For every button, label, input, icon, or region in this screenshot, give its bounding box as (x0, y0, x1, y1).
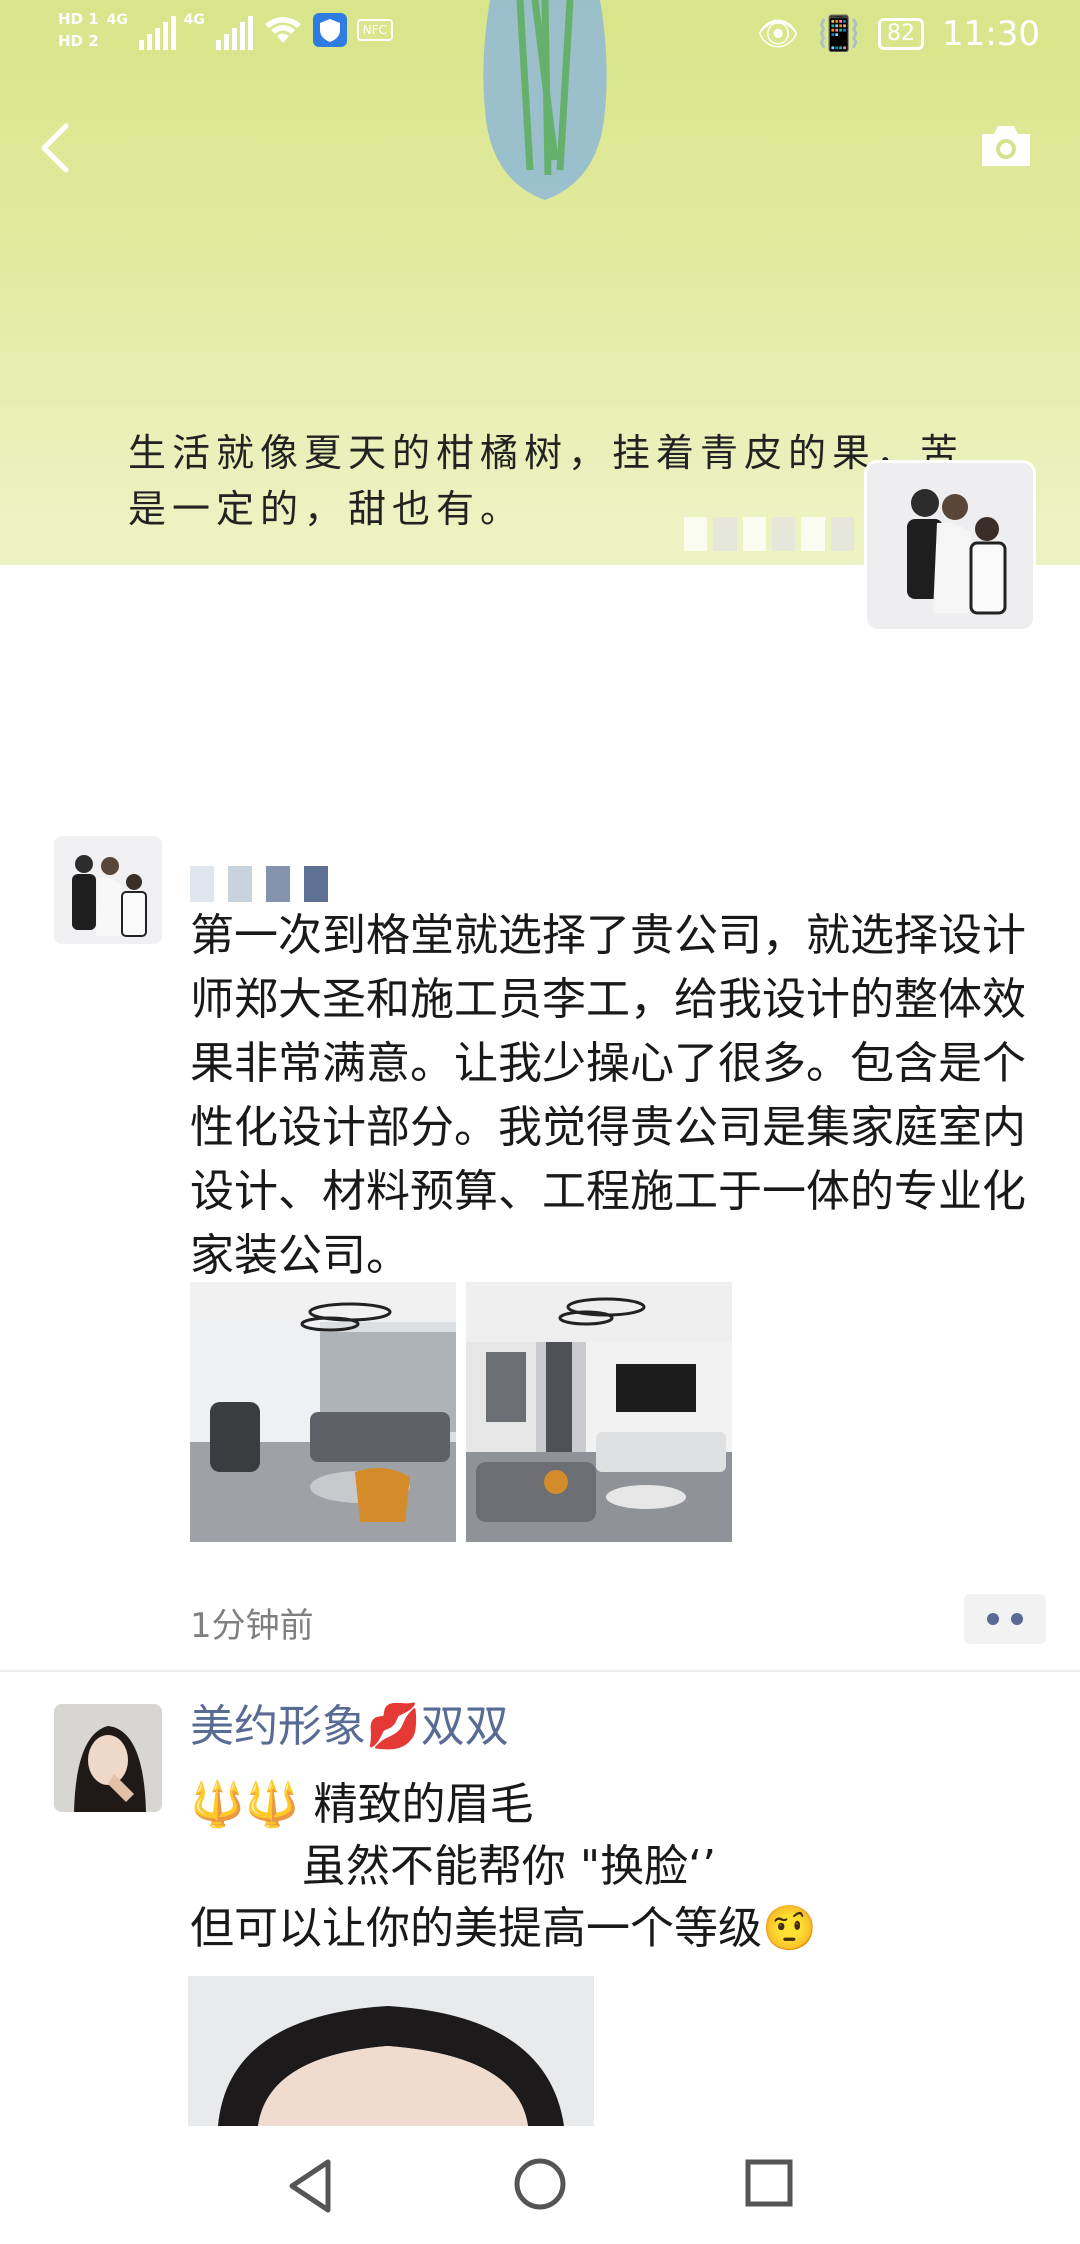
eye-icon: 👁 (756, 14, 800, 54)
post-image-1[interactable] (188, 1976, 594, 2126)
status-bar: HD 1 HD 2 4G 4G NFC 👁 📳 82 11:30 (0, 0, 1080, 80)
sim-indicators: HD 1 HD 2 (58, 10, 99, 50)
vibrate-icon: 📳 (817, 14, 861, 54)
signal-icon-2: 4G (184, 10, 253, 50)
owner-name-blurred (684, 517, 854, 551)
portrait-photo (188, 1976, 594, 2126)
family-photo (867, 463, 1033, 629)
nav-back-icon[interactable] (284, 2156, 336, 2216)
cover-motto: 生活就像夏天的柑橘树，挂着青皮的果，苦 是一定的，甜也有。 (128, 431, 965, 531)
avatar[interactable] (54, 1704, 162, 1812)
system-nav-bar (0, 2126, 1080, 2244)
more-actions-button[interactable] (964, 1594, 1046, 1644)
nickname[interactable]: 美约形象💋双双 (190, 1700, 509, 1754)
battery-level: 82 (878, 18, 925, 50)
post-line-1: 🔱🔱 精致的眉毛 (190, 1779, 534, 1830)
dot-icon (987, 1613, 999, 1625)
clock: 11:30 (942, 14, 1040, 54)
sim1-label: HD 1 (58, 10, 99, 28)
post-divider (0, 1670, 1080, 1672)
living-room-photo (466, 1282, 732, 1542)
nav-recents-icon[interactable] (744, 2156, 796, 2212)
owner-avatar[interactable] (864, 460, 1036, 632)
signal-icon: 4G (107, 10, 176, 50)
camera-icon[interactable] (978, 122, 1034, 170)
woman-portrait (54, 1704, 162, 1812)
back-chevron-icon[interactable] (34, 120, 74, 176)
post-text: 第一次到格堂就选择了贵公司，就选择设计师郑大圣和施工员李工，给我设计的整体效果非… (190, 910, 1026, 1281)
living-room-photo (190, 1282, 456, 1542)
family-photo (54, 836, 162, 944)
post-image-1[interactable] (190, 1282, 456, 1542)
nav-home-icon[interactable] (512, 2156, 568, 2212)
nfc-icon: NFC (356, 19, 393, 41)
post-time: 1分钟前 (190, 1606, 314, 1646)
post-line-2: 虽然不能帮你 "换脸‘’ (190, 1841, 717, 1892)
post-line-3: 但可以让你的美提高一个等级🤨 (190, 1903, 817, 1954)
sim2-label: HD 2 (58, 32, 99, 50)
post-image-2[interactable] (466, 1282, 732, 1542)
nickname-blurred[interactable] (190, 866, 328, 902)
dot-icon (1011, 1613, 1023, 1625)
avatar[interactable] (54, 836, 162, 944)
wifi-icon (264, 17, 301, 43)
vpn-shield-icon (312, 13, 347, 47)
